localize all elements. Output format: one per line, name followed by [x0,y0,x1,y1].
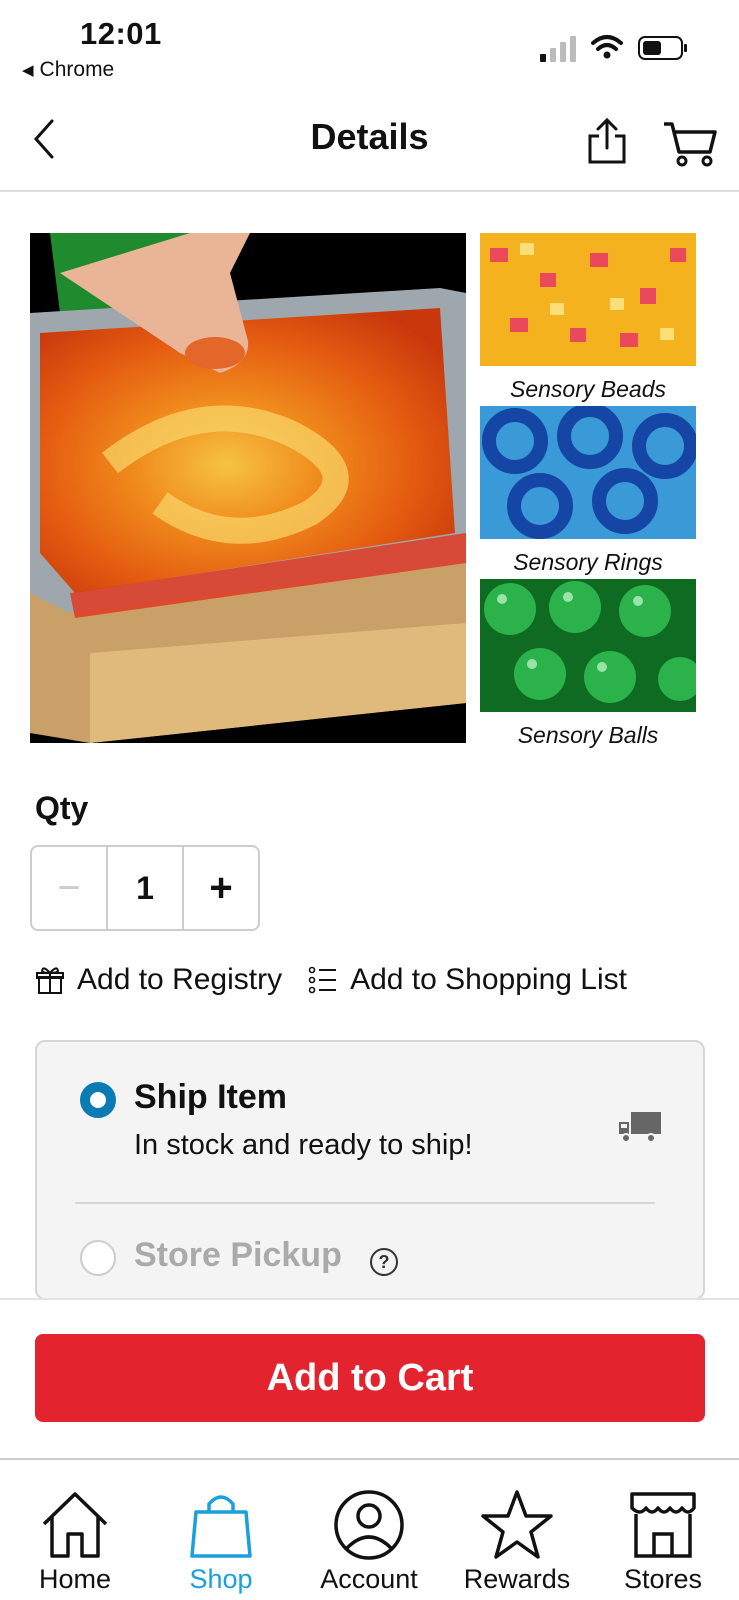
wifi-icon [591,35,623,59]
store-pickup-title: Store Pickup [134,1236,342,1274]
cellular-signal-icon [540,36,576,62]
fulfillment-options: Ship Item In stock and ready to ship! St… [35,1040,705,1300]
back-triangle-icon: ◀ [22,62,34,79]
cart-icon[interactable] [662,120,718,168]
divider [75,1202,655,1204]
tab-label: Stores [623,1564,703,1594]
product-image [30,233,466,743]
tab-shop[interactable]: Shop [156,1488,286,1595]
status-bar: 12:01 ◀ Chrome [0,0,739,90]
product-thumbnails: Sensory Beads Sensory Rings Sensory Ball… [480,233,702,752]
star-icon [481,1490,553,1559]
sensory-table-image [30,233,466,743]
list-actions: Add to Registry Add to Shopping List [35,963,627,997]
add-to-shopping-list-label: Add to Shopping List [350,963,627,996]
share-icon[interactable] [585,116,629,166]
truck-icon [619,1112,661,1143]
thumbnail-sensory-balls[interactable]: Sensory Balls [480,579,702,752]
add-to-cart-bar: Add to Cart [0,1298,739,1458]
sensory-rings-image [480,403,698,539]
tab-label: Home [38,1564,112,1594]
shopping-bag-icon [190,1495,252,1558]
qty-label: Qty [35,790,89,826]
thumbnail-caption: Sensory Balls [517,722,659,748]
tab-label: Account [320,1564,418,1594]
tab-account[interactable]: Account [304,1488,434,1595]
sensory-balls-image [480,579,702,712]
back-to-app-link[interactable]: ◀ Chrome [22,58,114,82]
home-icon [42,1492,108,1558]
account-icon [334,1490,404,1560]
gift-icon [36,967,64,994]
store-pickup-radio[interactable] [80,1240,116,1276]
help-icon[interactable]: ? [370,1248,398,1276]
store-icon [630,1492,696,1558]
quantity-stepper: − 1 + [30,845,260,931]
ship-item-subtitle: In stock and ready to ship! [134,1129,473,1161]
thumbnail-caption: Sensory Rings [513,549,663,575]
sensory-beads-image [480,233,696,366]
thumbnail-sensory-beads[interactable]: Sensory Beads [480,233,696,406]
page-header: Details [0,96,739,192]
ship-item-title: Ship Item [134,1078,288,1116]
tab-label: Rewards [463,1564,571,1594]
tab-stores[interactable]: Stores [598,1488,728,1595]
tab-label: Shop [189,1564,253,1594]
list-icon [308,966,337,994]
battery-icon [638,36,687,60]
tab-rewards[interactable]: Rewards [452,1488,582,1595]
thumbnail-caption: Sensory Beads [510,376,666,402]
back-app-label: Chrome [39,58,115,81]
ship-item-radio[interactable] [80,1082,116,1118]
thumbnail-sensory-rings[interactable]: Sensory Rings [480,403,698,579]
tab-home[interactable]: Home [10,1488,140,1595]
qty-value[interactable]: 1 [108,847,184,929]
decrease-qty-button[interactable]: − [32,847,108,929]
add-to-cart-button[interactable]: Add to Cart [35,1334,705,1422]
add-to-registry-label: Add to Registry [77,963,283,996]
add-to-registry-link[interactable]: Add to Registry [35,963,282,997]
bottom-tab-bar: Home Shop Account Rewards Stores [0,1458,739,1600]
add-to-shopping-list-link[interactable]: Add to Shopping List [308,963,627,997]
increase-qty-button[interactable]: + [184,847,258,929]
status-time: 12:01 [80,16,162,51]
